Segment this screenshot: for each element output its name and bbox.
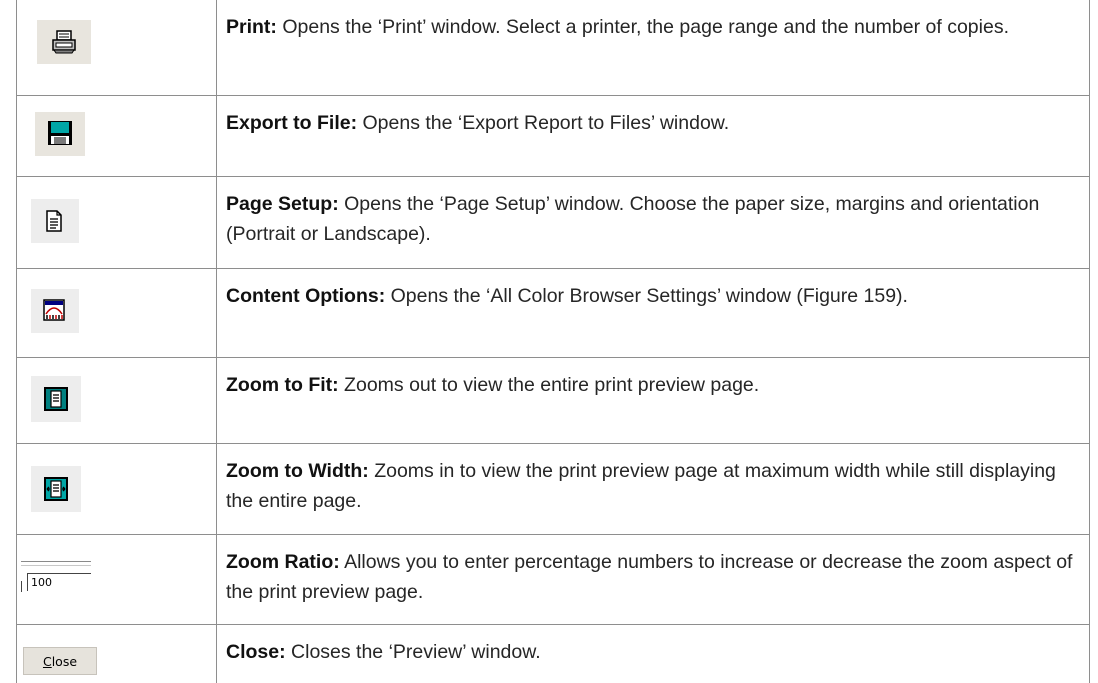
row-description: Print: Opens the ‘Print’ window. Select … [216,0,1090,96]
row-term: Zoom to Width: [226,459,369,482]
close-button-mnemonic: C [42,653,52,669]
zoom-to-fit-icon[interactable] [43,386,69,412]
row-description: Zoom to Width: Zooms in to view the prin… [216,442,1090,535]
row-text: Opens the ‘Export Report to Files’ windo… [357,111,730,134]
table-row: Close Close: Closes the ‘Preview’ window… [16,623,1090,683]
page-setup-icon[interactable] [44,209,64,232]
row-text: Zooms out to view the entire print previ… [338,373,760,396]
toolbar-reference-table: Print: Opens the ‘Print’ window. Select … [16,0,1090,683]
table-row: Page Setup: Opens the ‘Page Setup’ windo… [16,175,1090,269]
floppy-disk-icon[interactable] [47,120,73,146]
row-term: Page Setup: [226,192,339,215]
icon-cell [16,94,217,177]
zoom-to-width-icon[interactable] [43,476,69,502]
row-term: Zoom Ratio: [226,550,340,573]
row-term: Content Options: [226,284,386,307]
table-row: Export to File: Opens the ‘Export Report… [16,94,1090,177]
row-text: Opens the ‘Page Setup’ window. Choose th… [226,192,1040,245]
icon-cell: 100 [16,533,217,625]
zoom-ratio-field[interactable]: 100 [21,560,93,593]
icon-cell [16,0,217,96]
row-term: Print: [226,16,277,38]
row-description: Zoom to Fit: Zooms out to view the entir… [216,356,1090,444]
table-row: 100 Zoom Ratio: Allows you to enter perc… [16,533,1090,625]
icon-cell: Close [16,623,217,683]
table-row: Print: Opens the ‘Print’ window. Select … [16,0,1090,96]
close-button-label: lose [51,653,78,669]
table-row: Zoom to Width: Zooms in to view the prin… [16,442,1090,535]
table-row: Content Options: Opens the ‘All Color Br… [16,267,1090,358]
table-row: Zoom to Fit: Zooms out to view the entir… [16,356,1090,444]
printer-icon[interactable] [51,29,77,55]
icon-cell [16,267,217,358]
row-text: Opens the ‘All Color Browser Settings’ w… [385,284,908,307]
icon-cell [16,442,217,535]
row-description: Content Options: Opens the ‘All Color Br… [216,267,1090,358]
row-text: Allows you to enter percentage numbers t… [226,550,1073,603]
row-term: Close: [226,640,286,663]
zoom-ratio-input[interactable]: 100 [27,572,91,591]
row-text: Closes the ‘Preview’ window. [285,640,541,663]
row-description: Page Setup: Opens the ‘Page Setup’ windo… [216,175,1090,269]
row-description: Close: Closes the ‘Preview’ window. [216,623,1090,683]
content-options-icon[interactable] [43,298,65,321]
row-description: Zoom Ratio: Allows you to enter percenta… [216,533,1090,625]
icon-cell [16,175,217,269]
row-term: Export to File: [226,111,358,134]
row-description: Export to File: Opens the ‘Export Report… [216,94,1090,177]
row-text: Opens the ‘Print’ window. Select a print… [276,16,1009,38]
icon-cell [16,356,217,444]
row-term: Zoom to Fit: [226,373,339,396]
close-button[interactable]: Close [23,646,97,675]
